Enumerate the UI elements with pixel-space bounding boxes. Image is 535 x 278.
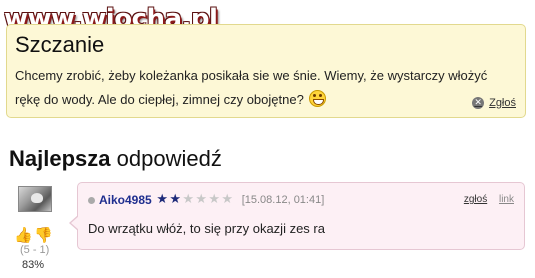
report-answer-link[interactable]: zgłoś [464,194,487,205]
vote-percentage: 83% [22,259,45,271]
question-box: Szczanie Chcemy zrobić, żeby koleżanka p… [6,24,526,118]
star-empty-icon: ★ [182,192,195,207]
question-body-line-2: rękę do wody. Ale do ciepłej, zimnej czy… [15,88,520,112]
answer-timestamp: [15.08.12, 01:41] [241,194,325,206]
user-status-dot-icon [88,196,95,204]
star-empty-icon: ★ [195,192,208,207]
star-empty-icon: ★ [208,192,221,207]
best-answer-heading: Najlepsza odpowiedź [9,146,222,172]
answer-text: Do wrzątku włóż, to się przy okazji zes … [88,221,325,236]
close-circle-icon: ✕ [472,97,485,109]
question-body: Chcemy zrobić, żeby koleżanka posikała s… [15,64,520,112]
best-answer-heading-bold: Najlepsza [9,146,111,171]
user-rating-stars: ★ ★ ★ ★ ★ ★ [156,193,234,207]
thumbs-up-icon[interactable]: 👍 [14,226,33,244]
question-body-line-2-text: rękę do wody. Ale do ciepłej, zimnej czy… [15,92,304,107]
best-answer-heading-rest: odpowiedź [116,146,222,171]
laughing-smiley-icon [309,90,327,107]
answer-header: Aiko4985 ★ ★ ★ ★ ★ ★ [15.08.12, 01:41] [88,192,324,208]
star-filled-icon: ★ [156,192,169,207]
answer-box: Aiko4985 ★ ★ ★ ★ ★ ★ [15.08.12, 01:41] zgłoś … [69,182,525,250]
vote-count: (5 - 1) [20,244,50,256]
thumbs-down-icon[interactable]: 👎 [34,226,53,244]
answer-username[interactable]: Aiko4985 [99,193,152,207]
user-avatar[interactable] [18,186,52,212]
question-body-line-1: Chcemy zrobić, żeby koleżanka posikała s… [15,68,488,83]
star-empty-icon: ★ [221,192,234,207]
star-filled-icon: ★ [169,192,182,207]
report-question-button[interactable]: ✕ Zgłoś [472,97,516,109]
report-question-label: Zgłoś [489,97,516,109]
answer-permalink[interactable]: link [499,194,514,205]
question-title: Szczanie [15,32,105,57]
answer-links: zgłoś link [455,194,514,205]
